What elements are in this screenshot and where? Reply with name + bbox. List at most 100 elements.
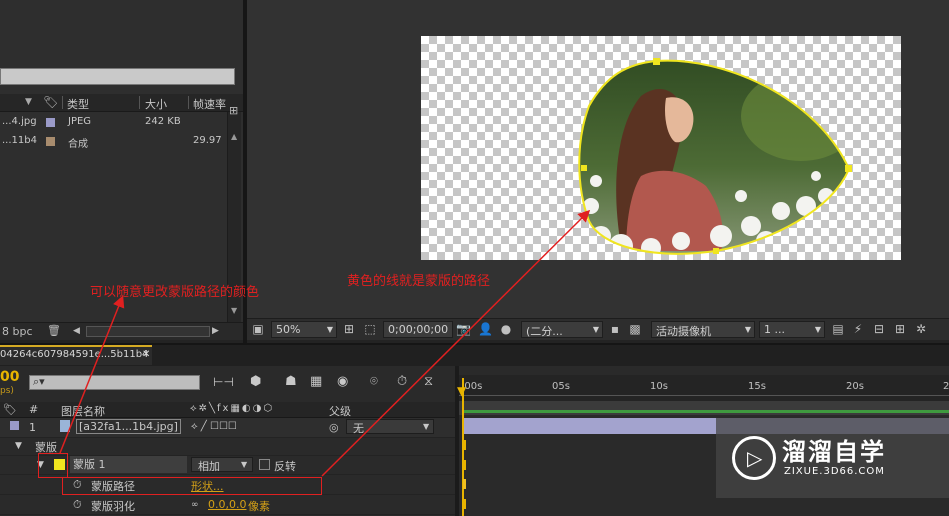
ruler-tick-label: 2 [943,381,949,392]
column-parent[interactable]: 父级 [329,403,351,419]
viewer-timecode: 0;00;00;00 [388,323,449,336]
column-number[interactable]: # [29,403,38,416]
resolution-value: (二分... [526,325,563,338]
masks-group-row[interactable]: ▼ 蒙版 [0,436,455,456]
timeline-fps: ps) [0,386,14,396]
item-type: JPEG [68,116,92,127]
label-tag-icon[interactable]: 🏷 [43,95,58,109]
item-size: 242 KB [145,116,181,127]
camera-select[interactable]: 活动摄像机 ▼ [651,321,755,338]
close-icon[interactable]: ✕ [142,349,150,360]
switch-icons[interactable]: ⟡ ╱ ☐☐☐ [191,421,237,432]
keyframe-marker[interactable] [463,499,466,509]
current-time-display[interactable]: 0;00;00;00 [383,321,453,338]
scroll-up-icon[interactable]: ▲ [231,132,237,141]
keyframe-marker[interactable] [463,460,466,470]
item-framerate: 29.97 [193,135,222,146]
scroll-left-icon[interactable]: ◀ [73,326,80,336]
magnification-select[interactable]: 50% ▼ [271,321,337,338]
views-select[interactable]: 1 ... ▼ [759,321,825,338]
mask-name[interactable]: 蒙版 1 [70,456,187,473]
mask-vertex-handle [653,58,660,65]
label-color-swatch[interactable] [46,137,55,146]
composition-canvas[interactable] [421,36,901,260]
watermark: ▷ 溜溜自学 ZIXUE.3D66.COM [716,418,949,498]
cti-head-icon[interactable]: ▼ [457,384,466,398]
mask-feather-value[interactable]: 0.0,0.0 [208,498,246,511]
ruler-tick-label: 05s [552,381,570,392]
layer-name[interactable]: [a32fa1...1b4.jpg] [76,419,181,434]
time-ruler[interactable]: :00s 05s 10s 15s 20s 2 [459,375,949,401]
switches-icons[interactable]: ⟡✲╲fx▦◐◑⬡ [190,403,274,414]
scroll-right-icon[interactable]: ▶ [212,326,219,336]
parent-pickwhip-icon[interactable]: ◎ [329,421,339,434]
project-footer: 8 bpc 🗑 ◀ ▶ [0,322,243,340]
masked-layer-preview[interactable] [421,36,901,260]
shy-layers-icon[interactable]: ☗ [285,374,297,389]
draft-3d-icon[interactable]: ⬢ [250,374,261,389]
trash-icon[interactable]: 🗑 [47,324,61,337]
keyframe-marker[interactable] [463,440,466,450]
resolution-select[interactable]: (二分... ▼ [521,321,603,338]
mask-feather-row[interactable]: ⏱ 蒙版羽化 ∞ 0.0,0.0 像素 [0,495,455,515]
invert-checkbox[interactable] [259,459,270,470]
layer-row[interactable]: 1 [a32fa1...1b4.jpg] ⟡ ╱ ☐☐☐ ◎ 无 ▼ [0,418,455,438]
flowchart-icon[interactable]: ⊞ [229,104,238,117]
project-item-row[interactable]: ...11b4 合成 29.97 [0,132,226,151]
snapshot-icon[interactable]: 📷 [456,322,471,336]
timeline-icon[interactable]: ⊟ [872,322,886,336]
flowchart-icon[interactable]: ⊞ [893,322,907,336]
parent-select[interactable]: 无 ▼ [346,419,434,435]
work-area-bar[interactable] [459,401,949,415]
keyframe-marker[interactable] [463,479,466,489]
column-framerate[interactable]: 帧速率 [193,96,226,112]
ruler-tick-label: 20s [846,381,864,392]
project-item-row[interactable]: ...4.jpg JPEG 242 KB [0,113,226,132]
bit-depth-button[interactable]: 8 bpc [2,325,33,338]
mask-feather-unit: 像素 [248,500,270,513]
timeline-search-input[interactable]: ⌕▾ [29,375,200,390]
channel-icon[interactable]: ● [499,322,513,336]
toggle-pixel-aspect-icon[interactable]: ▤ [831,322,845,336]
graph-editor-icon[interactable]: ⧖ [424,374,433,389]
sort-arrow-icon[interactable]: ▼ [25,97,32,107]
mask-mode-select[interactable]: 相加 ▼ [191,457,253,473]
column-layer-name[interactable]: 图层名称 [61,403,105,419]
exposure-icon[interactable]: ✲ [914,322,928,336]
mask-row[interactable]: ▼ 蒙版 1 相加 ▼ 反转 [0,455,455,475]
scroll-down-icon[interactable]: ▼ [231,306,237,315]
timeline-timecode[interactable]: 00 [0,369,19,385]
mask-visibility-icon[interactable]: ⬚ [363,322,377,336]
column-type[interactable]: 类型 [67,96,89,112]
transparency-grid-icon[interactable]: ▩ [628,322,642,336]
work-area-range[interactable] [463,410,949,413]
project-search-input[interactable] [0,68,235,85]
brainstorm-icon[interactable]: ⌾ [370,374,378,389]
expand-arrow-icon[interactable]: ▼ [15,441,22,451]
mask-feather-label: 蒙版羽化 [91,500,135,513]
label-color-swatch[interactable] [10,421,19,430]
project-horizontal-scrollbar[interactable] [86,326,210,337]
composition-mini-flowchart-icon[interactable]: ⊢⊣ [213,375,234,389]
column-size[interactable]: 大小 [145,96,167,112]
stopwatch-icon[interactable]: ⏱ [73,498,82,512]
fast-previews-icon[interactable]: ⚡ [851,322,865,336]
timeline-tab[interactable]: 04264c607984591e...5b11b4 ✕ [0,345,152,365]
chevron-down-icon: ▼ [326,325,333,334]
safe-zones-icon[interactable]: ⊞ [342,322,356,336]
frame-blending-icon[interactable]: ▦ [310,374,322,389]
show-snapshot-icon[interactable]: 👤 [478,322,493,336]
chevron-down-icon: ▼ [744,325,751,334]
label-tag-icon[interactable]: 🏷 [3,403,17,416]
auto-keyframe-icon[interactable]: ⏱ [397,374,407,389]
annotation-highlight-box [62,477,322,495]
search-icon: ⌕▾ [33,375,45,388]
always-preview-icon[interactable]: ▣ [251,322,265,336]
label-color-swatch[interactable] [46,118,55,127]
play-logo-icon: ▷ [732,436,776,480]
mask-mode-value: 相加 [198,460,220,473]
image-layer-icon [60,420,70,432]
link-icon[interactable]: ∞ [191,500,199,510]
motion-blur-icon[interactable]: ◉ [337,374,348,389]
region-of-interest-icon[interactable]: ▪ [608,322,622,336]
